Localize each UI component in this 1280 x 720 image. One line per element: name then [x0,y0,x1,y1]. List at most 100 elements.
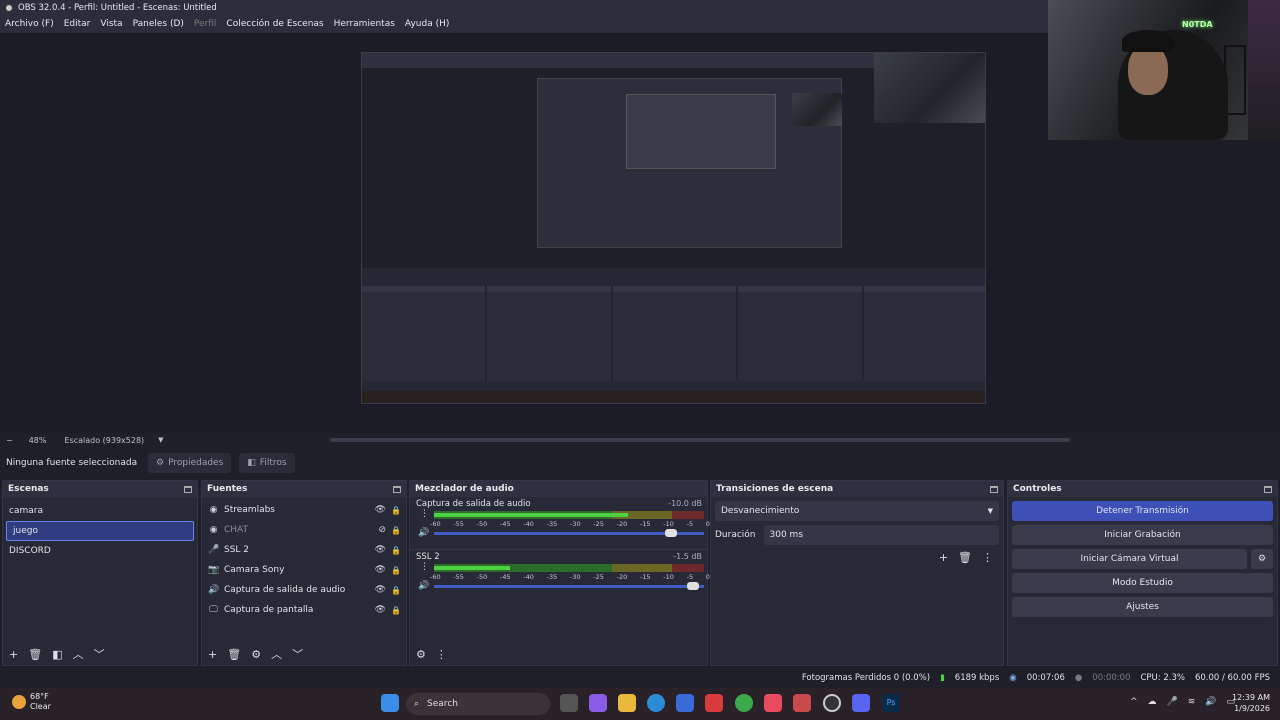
system-tray: ^ ☁ 🎤 ≋ 🔊 ▭ [1130,697,1235,707]
cloud-icon[interactable]: ☁ [1148,697,1157,707]
microphone-icon[interactable]: 🎤 [1167,697,1178,707]
lock-icon[interactable]: 🔒 [391,546,401,555]
source-label: Captura de pantalla [224,605,314,615]
menu-vista[interactable]: Vista [100,19,122,29]
properties-button[interactable]: ⚙ Propiedades [148,453,232,473]
scale-dropdown-icon[interactable]: ▼ [158,436,163,444]
source-item-audio-capture[interactable]: 🔊 Captura de salida de audio 👁 🔒 [202,580,406,600]
menu-coleccion-escenas[interactable]: Colección de Escenas [226,19,323,29]
scene-item-discord[interactable]: DISCORD [3,541,197,561]
add-source-icon[interactable]: + [208,648,217,661]
settings-button[interactable]: Ajustes [1012,597,1273,617]
app-icon[interactable] [793,694,811,712]
fps: 60.00 / 60.00 FPS [1194,673,1270,683]
menu-editar[interactable]: Editar [64,19,91,29]
volume-knob[interactable] [665,529,677,537]
chevron-up-icon[interactable]: ^ [1130,697,1138,707]
add-scene-icon[interactable]: + [9,648,18,661]
trash-icon[interactable]: 🗑 [227,648,241,661]
photoshop-icon[interactable]: Ps [882,694,900,712]
start-recording-button[interactable]: Iniciar Grabación [1012,525,1273,545]
source-item-ssl2[interactable]: 🎤 SSL 2 👁 🔒 [202,540,406,560]
gear-icon[interactable]: ⚙ [251,648,261,661]
lock-icon[interactable]: 🔒 [391,586,401,595]
scene-item-juego[interactable]: juego [6,521,194,541]
menu-herramientas[interactable]: Herramientas [334,19,395,29]
undock-icon[interactable] [393,485,401,493]
eye-icon[interactable]: 👁 [375,545,386,555]
advanced-audio-icon[interactable]: ⚙ [416,648,426,661]
scene-item-camara[interactable]: camara [3,501,197,521]
stop-stream-button[interactable]: Detener Transmisión [1012,501,1273,521]
trash-icon[interactable]: 🗑 [958,551,972,564]
volume-icon[interactable]: 🔊 [1205,697,1216,707]
source-item-screen-capture[interactable]: 🖵 Captura de pantalla 👁 🔒 [202,600,406,620]
edge-icon[interactable] [647,694,665,712]
eye-icon[interactable]: 👁 [375,585,386,595]
taskbar-search[interactable]: ⌕ Search [406,693,550,715]
undock-icon[interactable] [184,485,192,493]
more-icon[interactable]: ⋮ [420,509,429,519]
undock-icon[interactable] [990,485,998,493]
app-icon[interactable] [705,694,723,712]
source-item-streamlabs[interactable]: ◉ Streamlabs 👁 🔒 [202,500,406,520]
move-up-icon[interactable]: ︿ [271,646,282,662]
zoom-out-button[interactable]: − [6,436,13,445]
mail-icon[interactable] [676,694,694,712]
studio-mode-button[interactable]: Modo Estudio [1012,573,1273,593]
wifi-icon[interactable]: ≋ [1188,697,1196,707]
windows-start-icon[interactable] [381,694,399,712]
preview-scrollbar[interactable] [330,438,1070,442]
volume-slider[interactable] [434,582,704,590]
gear-icon: ⚙ [156,458,165,468]
filters-button[interactable]: ◧ Filtros [239,453,295,473]
clock[interactable]: 12:39 AM 1/9/2026 [1232,692,1270,714]
source-item-chat[interactable]: ◉ CHAT ⊘ 🔒 [202,520,406,540]
filter-icon[interactable]: ◧ [52,648,62,661]
copilot-icon[interactable] [589,694,607,712]
meter-tick-label: -55 [453,573,464,581]
add-transition-icon[interactable]: + [939,551,948,564]
more-icon[interactable]: ⋮ [982,551,993,564]
eye-icon[interactable]: 👁 [375,605,386,615]
lock-icon[interactable]: 🔒 [391,526,401,535]
menu-perfil[interactable]: Perfil [194,19,217,29]
lock-icon[interactable]: 🔒 [391,606,401,615]
zoom-level: 48% [28,435,47,445]
lock-icon[interactable]: 🔒 [391,506,401,515]
obs-logo-icon [4,2,14,13]
transition-select[interactable]: Desvanecimiento ▼ [715,501,999,521]
virtual-cam-settings-icon[interactable]: ⚙ [1251,549,1273,569]
lock-icon[interactable]: 🔒 [391,566,401,575]
menu-ayuda[interactable]: Ayuda (H) [405,19,449,29]
eye-icon[interactable]: 👁 [375,505,386,515]
nested-inner-preview [626,94,776,169]
discord-icon[interactable] [852,694,870,712]
volume-knob[interactable] [686,582,699,590]
speaker-icon[interactable]: 🔊 [418,528,429,538]
weather-widget[interactable]: 68°F Clear [12,692,51,712]
start-virtual-cam-button[interactable]: Iniciar Cámara Virtual [1012,549,1247,569]
more-icon[interactable]: ⋮ [436,648,447,661]
more-icon[interactable]: ⋮ [420,562,429,572]
eye-hidden-icon[interactable]: ⊘ [378,525,386,535]
window-title: OBS 32.0.4 - Perfil: Untitled - Escenas:… [18,2,217,13]
volume-slider[interactable] [434,529,704,537]
source-item-camara-sony[interactable]: 📷 Camara Sony 👁 🔒 [202,560,406,580]
move-down-icon[interactable]: ﹀ [94,646,105,662]
music-icon[interactable] [764,694,782,712]
move-up-icon[interactable]: ︿ [73,646,84,662]
file-explorer-icon[interactable] [618,694,636,712]
duration-field[interactable]: 300 ms [763,525,999,545]
menu-paneles[interactable]: Paneles (D) [133,19,184,29]
move-down-icon[interactable]: ﹀ [292,646,303,662]
obs-taskbar-icon[interactable] [823,694,841,712]
sources-header: Fuentes [202,481,406,497]
menu-archivo[interactable]: Archivo (F) [5,19,54,29]
task-view-icon[interactable] [560,694,578,712]
chrome-icon[interactable] [735,694,753,712]
undock-icon[interactable] [1264,485,1272,493]
trash-icon[interactable]: 🗑 [28,648,42,661]
speaker-icon[interactable]: 🔊 [418,581,429,591]
eye-icon[interactable]: 👁 [375,565,386,575]
